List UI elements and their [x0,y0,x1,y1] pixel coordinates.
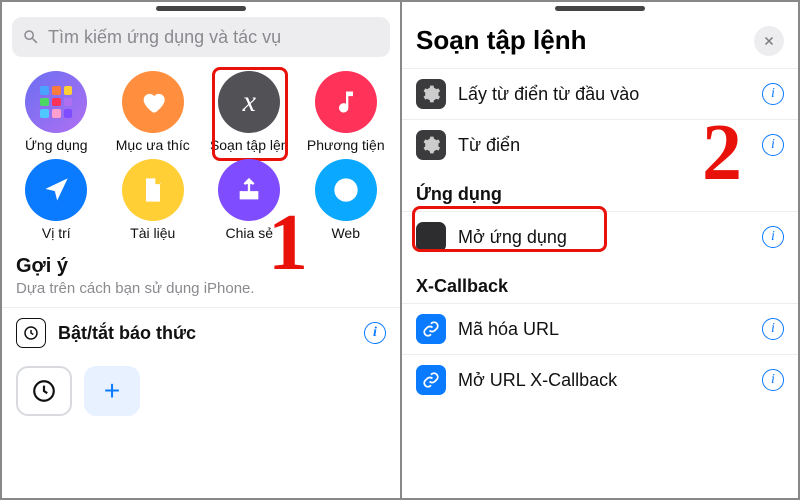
action-row-dictionary[interactable]: Từ điển i [402,119,798,170]
music-note-icon [315,71,377,133]
clock-app-icon [16,318,46,348]
action-row-get-dictionary[interactable]: Lấy từ điển từ đầu vào i [402,68,798,119]
notch-bar [555,6,645,11]
action-row-open-app[interactable]: Mở ứng dụng i [402,211,798,262]
link-icon [416,365,446,395]
plus-icon: + [104,375,120,407]
info-icon[interactable]: i [762,369,784,391]
compass-icon [315,159,377,221]
category-label: Chia sẻ [201,225,298,241]
search-placeholder: Tìm kiếm ứng dụng và tác vụ [48,27,281,48]
info-icon[interactable]: i [762,134,784,156]
suggestion-chips: + [2,358,400,424]
heart-icon [122,71,184,133]
chip-clock-app[interactable] [16,366,72,416]
info-icon[interactable]: i [762,318,784,340]
category-web[interactable]: Web [298,159,395,241]
info-icon[interactable]: i [762,226,784,248]
category-media[interactable]: Phương tiện [298,71,395,153]
open-app-icon [416,222,446,252]
category-favorites[interactable]: Mục ưa thíc [105,71,202,153]
clock-app-icon [31,378,57,404]
section-heading-apps: Ứng dụng [402,170,798,211]
document-icon [122,159,184,221]
category-label: Tài liệu [105,225,202,241]
category-scripting[interactable]: x Soạn tập lện [201,71,298,153]
navigation-arrow-icon [25,159,87,221]
action-label: Mã hóa URL [458,319,762,340]
gear-icon [416,79,446,109]
action-label: Mở URL X-Callback [458,370,762,391]
right-screen: Soạn tập lệnh Lấy từ điển từ đầu vào i T… [400,2,798,498]
action-row-url-encode[interactable]: Mã hóa URL i [402,303,798,354]
chip-add[interactable]: + [84,366,140,416]
suggestions-subtext: Dựa trên cách bạn sử dụng iPhone. [2,280,400,307]
share-icon [218,159,280,221]
category-label: Web [298,225,395,241]
category-label: Phương tiện [298,137,395,153]
category-documents[interactable]: Tài liệu [105,159,202,241]
category-label: Vị trí [8,225,105,241]
apps-grid-icon [25,71,87,133]
variable-x-icon: x [218,71,280,133]
suggestions-heading: Gợi ý [2,249,400,280]
categories-grid: Ứng dụng Mục ưa thíc x Soạn tập lện [2,67,400,249]
close-button[interactable] [754,26,784,56]
suggestion-label: Bật/tắt báo thức [58,323,364,344]
suggestion-row-alarm[interactable]: Bật/tắt báo thức i [2,307,400,358]
category-label: Soạn tập lện [201,137,298,153]
category-label: Mục ưa thíc [105,137,202,153]
action-label: Từ điển [458,135,762,156]
link-icon [416,314,446,344]
info-icon[interactable]: i [762,83,784,105]
gear-icon [416,130,446,160]
category-share[interactable]: Chia sẻ [201,159,298,241]
action-label: Lấy từ điển từ đầu vào [458,84,762,105]
action-row-open-xcallback[interactable]: Mở URL X-Callback i [402,354,798,405]
info-icon[interactable]: i [364,322,386,344]
search-icon [22,28,40,46]
section-heading-xcallback: X-Callback [402,262,798,303]
left-screen: Tìm kiếm ứng dụng và tác vụ Ứng dụng Mục… [2,2,400,498]
close-icon [763,35,775,47]
action-label: Mở ứng dụng [458,227,762,248]
category-apps[interactable]: Ứng dụng [8,71,105,153]
category-label: Ứng dụng [8,137,105,153]
notch-bar [156,6,246,11]
search-input[interactable]: Tìm kiếm ứng dụng và tác vụ [12,17,390,57]
panel-header: Soạn tập lệnh [402,17,798,68]
panel-title: Soạn tập lệnh [416,25,586,56]
category-location[interactable]: Vị trí [8,159,105,241]
